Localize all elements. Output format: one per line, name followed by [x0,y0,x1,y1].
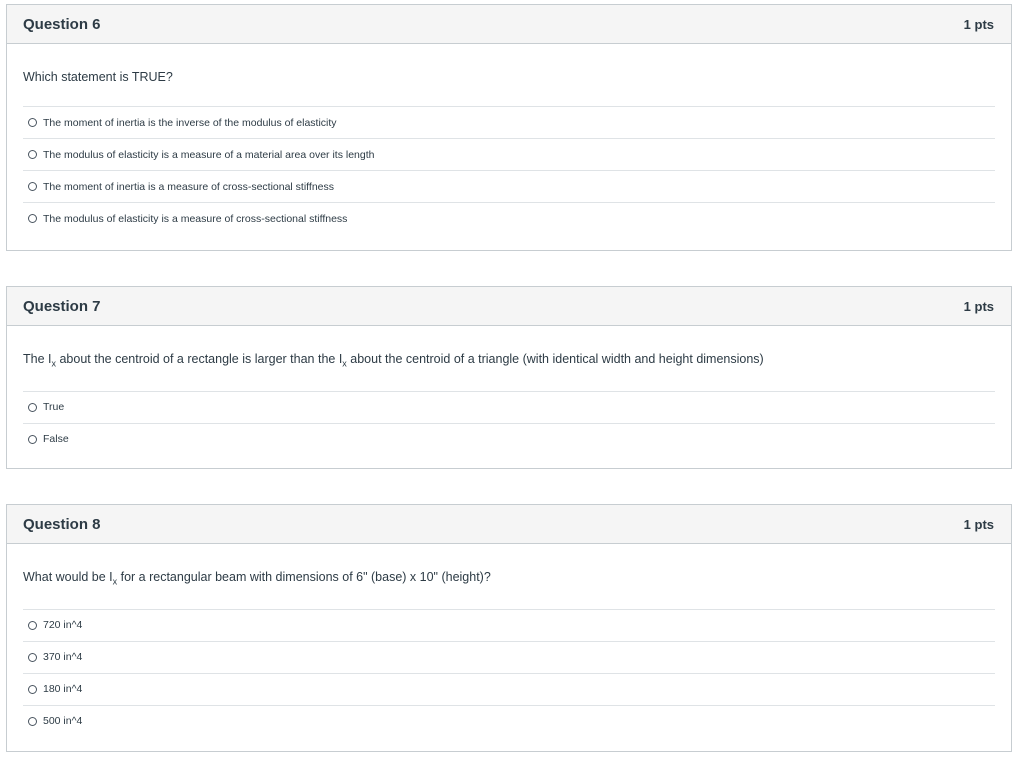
answer-list: True False [23,390,995,455]
answer-label: The moment of inertia is the inverse of … [43,116,337,129]
answer-list: 720 in^4 370 in^4 180 in^4 500 in^4 [23,608,995,737]
question-points: 1 pts [963,298,994,314]
question-text: What would be Ix for a rectangular beam … [23,570,491,587]
question-8: Question 8 1 pts What would be Ix for a … [6,504,1012,752]
question-7: Question 7 1 pts The Ix about the centro… [6,286,1012,469]
question-title: Question 7 [23,297,101,315]
radio-button[interactable] [28,402,37,412]
answer-label: The modulus of elasticity is a measure o… [43,148,375,161]
question-header: Question 8 1 pts [7,505,1011,544]
answer-option[interactable]: 370 in^4 [23,640,995,673]
answer-label: 180 in^4 [43,683,83,695]
question-text: The Ix about the centroid of a rectangle… [23,352,764,369]
answer-option[interactable]: False [23,422,995,455]
answer-option[interactable]: True [23,390,995,423]
question-header: Question 7 1 pts [7,287,1011,326]
answer-option[interactable]: The moment of inertia is a measure of cr… [23,170,995,202]
answer-label: The modulus of elasticity is a measure o… [43,212,348,225]
answer-option[interactable]: 500 in^4 [23,704,995,737]
answer-label: The moment of inertia is a measure of cr… [43,180,335,193]
question-6: Question 6 1 pts Which statement is TRUE… [6,4,1012,251]
radio-button[interactable] [28,182,37,191]
answer-label: 370 in^4 [43,651,83,663]
answer-option[interactable]: 720 in^4 [23,608,995,641]
answer-option[interactable]: The modulus of elasticity is a measure o… [23,202,995,234]
answer-label: 720 in^4 [43,619,83,631]
radio-button[interactable] [28,684,37,694]
answer-list: The moment of inertia is the inverse of … [23,106,995,234]
answer-label: 500 in^4 [43,715,83,727]
question-title: Question 8 [23,515,101,533]
answer-label: False [43,433,69,445]
radio-button[interactable] [28,150,37,159]
answer-label: True [43,401,65,413]
question-points: 1 pts [963,16,994,32]
radio-button[interactable] [28,118,37,127]
question-header: Question 6 1 pts [7,5,1011,44]
radio-button[interactable] [28,214,37,223]
answer-option[interactable]: 180 in^4 [23,672,995,705]
question-points: 1 pts [963,516,994,532]
radio-button[interactable] [28,716,37,726]
answer-option[interactable]: The modulus of elasticity is a measure o… [23,138,995,170]
question-title: Question 6 [23,15,101,33]
radio-button[interactable] [28,652,37,662]
answer-option[interactable]: The moment of inertia is the inverse of … [23,106,995,138]
question-text: Which statement is TRUE? [23,70,173,84]
radio-button[interactable] [28,434,37,444]
radio-button[interactable] [28,620,37,630]
